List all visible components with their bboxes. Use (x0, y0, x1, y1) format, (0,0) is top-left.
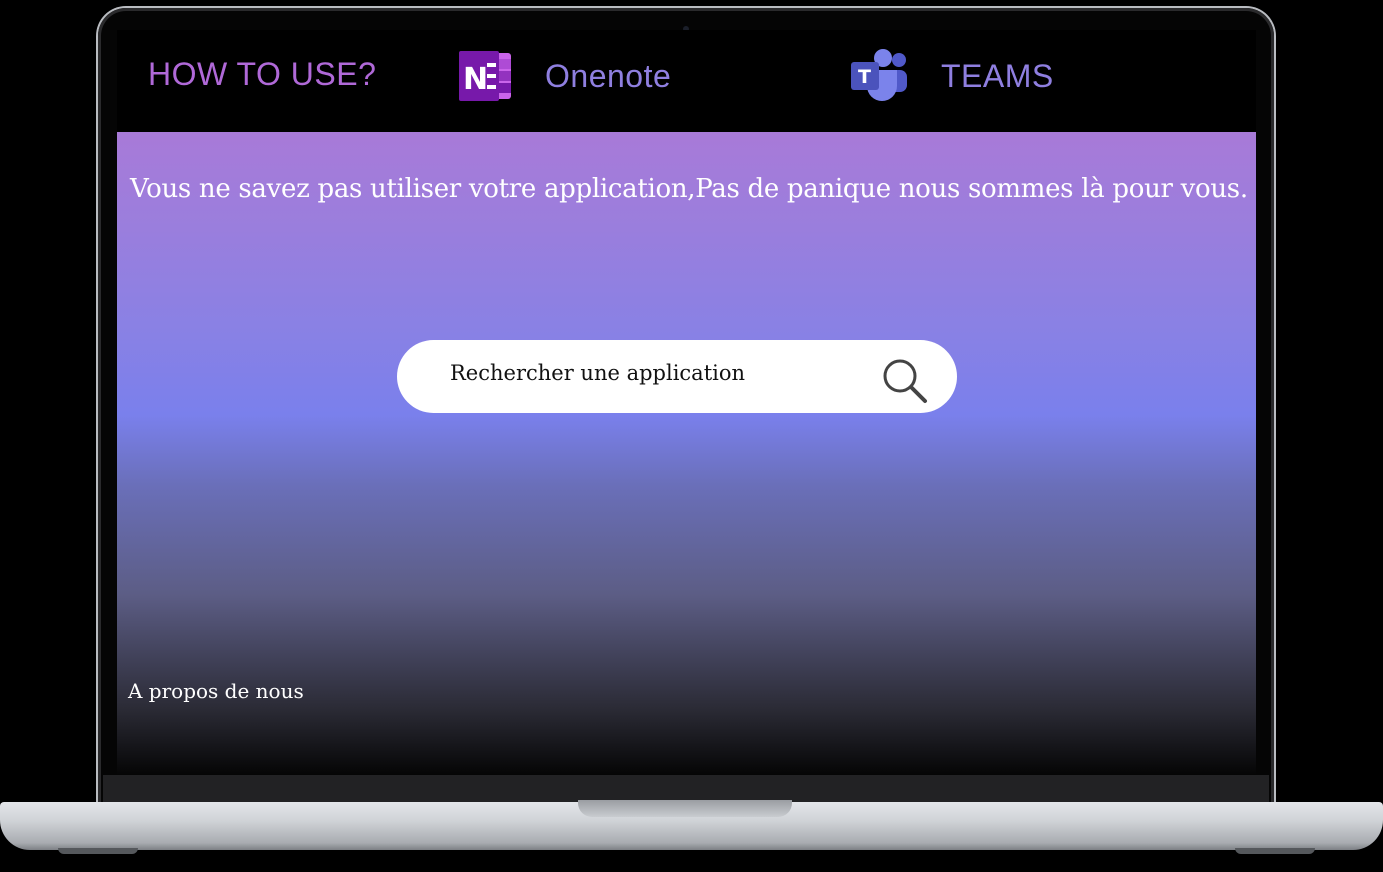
laptop-foot-left (58, 848, 138, 854)
navbar: HOW TO USE? N Onenote T TEAMS (117, 30, 1256, 132)
search-icon[interactable] (881, 357, 929, 410)
screen: HOW TO USE? N Onenote T TEAMS Vous ne sa… (117, 30, 1256, 775)
brand-title[interactable]: HOW TO USE? (148, 56, 376, 93)
laptop-notch (578, 800, 792, 817)
nav-item-onenote-label: Onenote (545, 57, 672, 94)
search-input[interactable]: Rechercher une application (450, 361, 745, 385)
laptop-foot-right (1235, 848, 1315, 854)
hero-section: Vous ne savez pas utiliser votre applica… (117, 132, 1256, 775)
nav-item-teams-label: TEAMS (941, 57, 1054, 94)
teams-icon: T (849, 48, 909, 104)
svg-text:N: N (463, 62, 488, 97)
onenote-icon: N (457, 49, 513, 103)
nav-item-onenote[interactable]: N Onenote (457, 46, 671, 106)
search-bar[interactable]: Rechercher une application (397, 340, 957, 413)
hero-tagline: Vous ne savez pas utiliser votre applica… (130, 174, 1248, 204)
svg-text:T: T (858, 66, 871, 88)
nav-item-teams[interactable]: T TEAMS (849, 46, 1054, 106)
about-us-link[interactable]: A propos de nous (128, 679, 304, 703)
